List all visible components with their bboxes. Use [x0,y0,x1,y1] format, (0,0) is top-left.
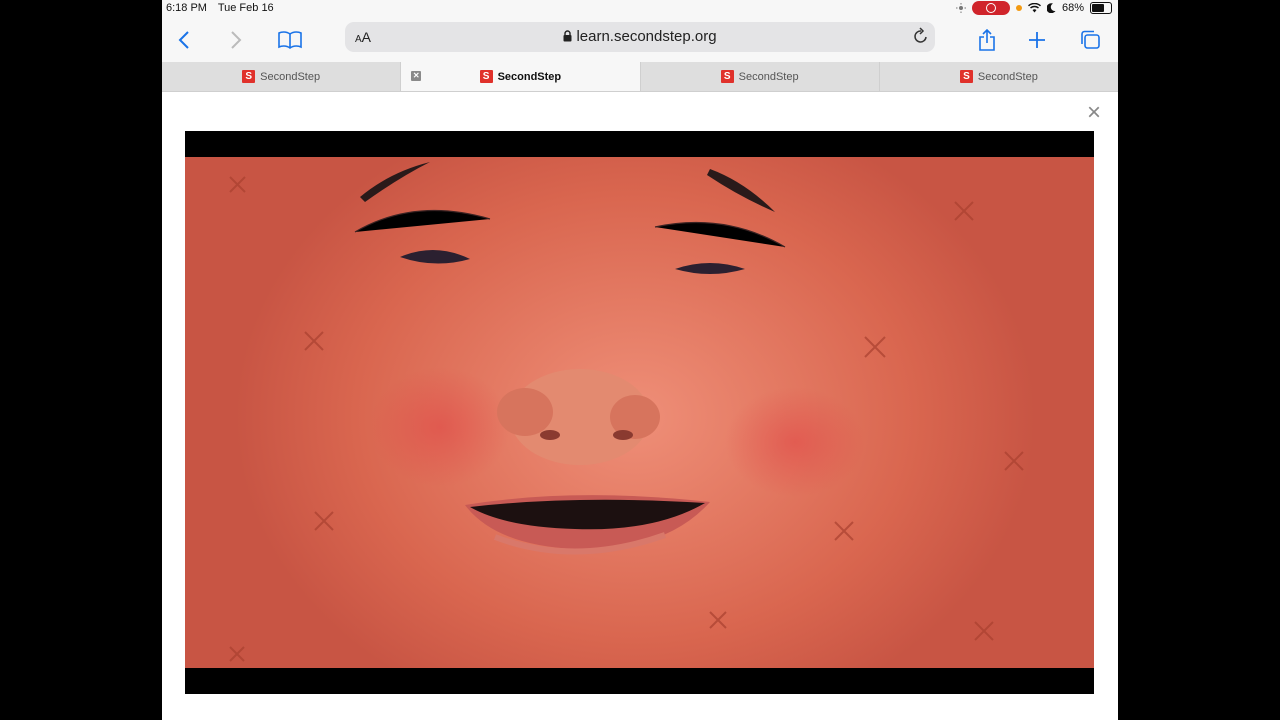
reload-button[interactable] [913,27,929,50]
video-frame[interactable] [185,157,1094,668]
tab-title: SecondStep [977,70,1038,83]
status-time: 6:18 PM [166,2,207,14]
tab-secondstep-3[interactable]: S SecondStep [641,62,880,91]
address-bar[interactable]: AA learn.secondstep.org [345,22,935,52]
close-tab-icon[interactable]: ✕ [411,71,422,81]
tab-title: SecondStep [497,70,562,83]
status-date: Tue Feb 16 [217,2,274,14]
lock-icon [563,30,572,42]
moon-icon [1046,3,1056,13]
puppet-face-illustration [229,162,1024,662]
secondstep-logo-icon: S [479,70,493,83]
status-bar: 6:18 PM Tue Feb 16 68% [162,0,1118,18]
book-icon [278,31,302,49]
bookmarks-button[interactable] [274,24,306,56]
battery-percent: 68% [1061,2,1084,14]
tab-title: SecondStep [738,70,799,83]
video-player[interactable] [185,131,1094,694]
battery-fill [1092,4,1104,12]
share-icon [979,29,995,51]
tab-secondstep-1[interactable]: S SecondStep [162,62,402,91]
new-tab-button[interactable] [1021,24,1053,56]
wifi-icon [1027,3,1041,13]
reload-icon [914,27,927,43]
web-page: × [162,92,1118,720]
brightness-icon [955,3,966,13]
tab-overview-button[interactable] [1074,24,1106,56]
tabs-icon [1081,30,1100,49]
chevron-right-icon [231,31,242,49]
secondstep-logo-icon: S [242,70,256,83]
screen-recording-icon [971,1,1010,15]
plus-icon [1029,32,1045,48]
secondstep-logo-icon: S [720,70,734,83]
browser-toolbar: AA learn.secondstep.org [162,18,1118,62]
battery-icon [1090,2,1112,14]
tab-secondstep-2[interactable]: ✕ S SecondStep [401,62,641,91]
tab-secondstep-4[interactable]: S SecondStep [880,62,1118,91]
modal-close-button[interactable]: × [1082,101,1106,126]
share-button[interactable] [971,24,1003,56]
back-button[interactable] [168,24,200,56]
secondstep-logo-icon: S [959,70,973,83]
tab-bar: S SecondStep ✕ S SecondStep S SecondStep… [162,62,1118,92]
ipad-screen: 6:18 PM Tue Feb 16 68% AA learn.secondst… [162,0,1118,720]
url-text: learn.secondstep.org [576,28,717,45]
tab-title: SecondStep [260,70,321,83]
chevron-left-icon [178,31,189,49]
mic-in-use-indicator [1015,5,1022,11]
forward-button[interactable] [220,24,252,56]
